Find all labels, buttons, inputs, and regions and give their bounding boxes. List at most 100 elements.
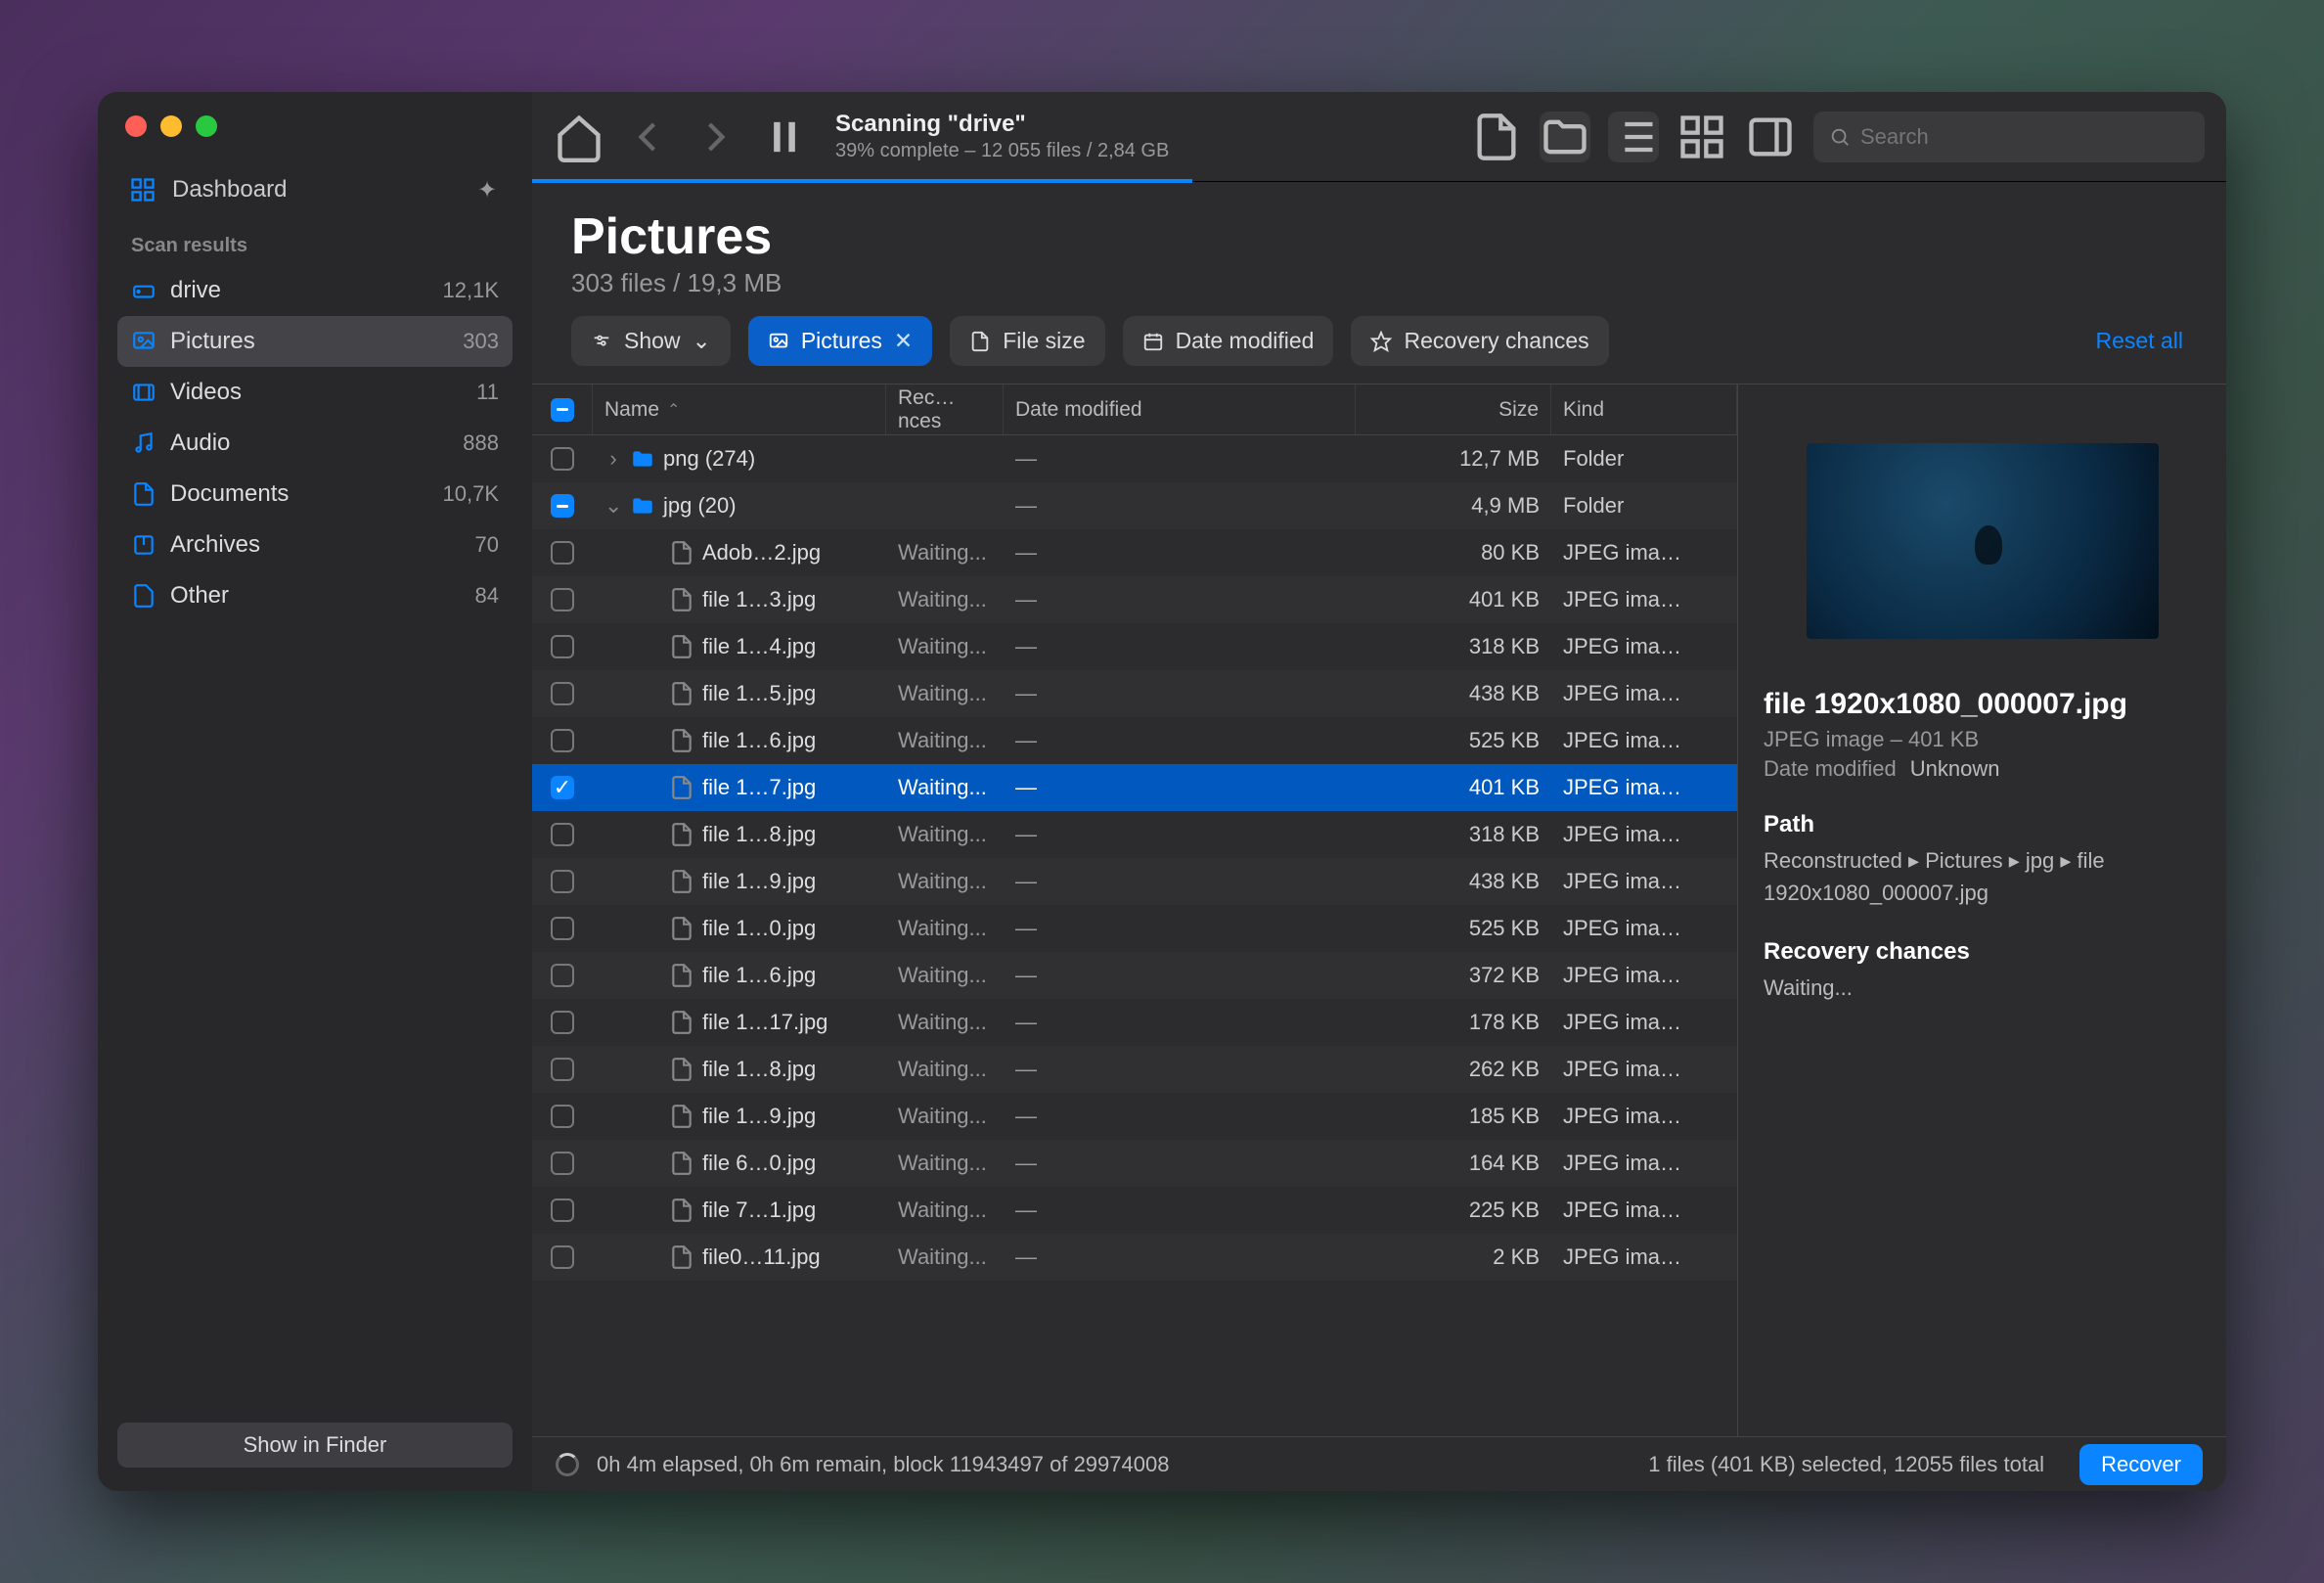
grid-view-button[interactable] bbox=[1676, 112, 1727, 162]
size-column-header[interactable]: Size bbox=[1356, 384, 1551, 434]
row-checkbox[interactable] bbox=[551, 1199, 574, 1222]
kind-column-header[interactable]: Kind bbox=[1551, 384, 1737, 434]
folder-view-button[interactable] bbox=[1540, 112, 1590, 162]
sidebar-item-documents[interactable]: Documents 10,7K bbox=[117, 469, 513, 520]
disclosure-right-icon[interactable]: › bbox=[604, 446, 622, 472]
remove-filter-icon[interactable]: ✕ bbox=[894, 328, 913, 354]
row-kind: JPEG ima… bbox=[1551, 1104, 1737, 1129]
row-checkbox[interactable] bbox=[551, 588, 574, 611]
file-size-filter-button[interactable]: File size bbox=[950, 316, 1104, 366]
name-column-header[interactable]: Name⌃ bbox=[593, 384, 886, 434]
minimize-window-button[interactable] bbox=[160, 115, 182, 137]
search-input[interactable] bbox=[1860, 124, 2189, 150]
row-checkbox[interactable] bbox=[551, 1011, 574, 1034]
dashboard-label: Dashboard bbox=[172, 176, 287, 204]
date-column-header[interactable]: Date modified bbox=[1004, 384, 1356, 434]
row-checkbox[interactable] bbox=[551, 1245, 574, 1269]
date-filter-label: Date modified bbox=[1176, 328, 1315, 354]
row-recovery: Waiting... bbox=[886, 822, 1004, 847]
sidebar-item-count: 12,1K bbox=[443, 278, 500, 303]
show-in-finder-button[interactable]: Show in Finder bbox=[117, 1423, 513, 1468]
table-row[interactable]: file 6…0.jpg Waiting... — 164 KB JPEG im… bbox=[532, 1140, 1737, 1187]
table-row[interactable]: file 1…17.jpg Waiting... — 178 KB JPEG i… bbox=[532, 999, 1737, 1046]
sidebar-item-videos[interactable]: Videos 11 bbox=[117, 367, 513, 418]
show-filter-button[interactable]: Show ⌄ bbox=[571, 316, 731, 366]
table-row[interactable]: file 1…9.jpg Waiting... — 438 KB JPEG im… bbox=[532, 858, 1737, 905]
table-row[interactable]: file 1…8.jpg Waiting... — 262 KB JPEG im… bbox=[532, 1046, 1737, 1093]
select-all-header[interactable] bbox=[532, 384, 593, 434]
row-recovery: Waiting... bbox=[886, 1057, 1004, 1082]
table-row[interactable]: ✓ file 1…7.jpg Waiting... — 401 KB JPEG … bbox=[532, 764, 1737, 811]
back-button[interactable] bbox=[622, 112, 673, 162]
row-checkbox[interactable] bbox=[551, 964, 574, 987]
row-checkbox[interactable] bbox=[551, 682, 574, 705]
fullscreen-window-button[interactable] bbox=[196, 115, 217, 137]
table-row[interactable]: file 1…6.jpg Waiting... — 525 KB JPEG im… bbox=[532, 717, 1737, 764]
search-box[interactable] bbox=[1813, 112, 2205, 162]
row-checkbox[interactable] bbox=[551, 447, 574, 471]
page-title: Pictures bbox=[571, 207, 2187, 266]
folder-icon bbox=[630, 493, 655, 519]
row-checkbox[interactable] bbox=[551, 1105, 574, 1128]
list-view-button[interactable] bbox=[1608, 112, 1659, 162]
sidebar-item-pictures[interactable]: Pictures 303 bbox=[117, 316, 513, 367]
forward-button[interactable] bbox=[691, 112, 741, 162]
table-row[interactable]: file 1…5.jpg Waiting... — 438 KB JPEG im… bbox=[532, 670, 1737, 717]
table-row[interactable]: file 7…1.jpg Waiting... — 225 KB JPEG im… bbox=[532, 1187, 1737, 1234]
date-filter-button[interactable]: Date modified bbox=[1123, 316, 1334, 366]
row-checkbox[interactable] bbox=[551, 729, 574, 752]
select-all-checkbox[interactable] bbox=[551, 398, 574, 422]
close-window-button[interactable] bbox=[125, 115, 147, 137]
file-icon bbox=[669, 775, 694, 800]
table-row[interactable]: file 1…4.jpg Waiting... — 318 KB JPEG im… bbox=[532, 623, 1737, 670]
row-name: file 1…6.jpg bbox=[702, 963, 816, 988]
toggle-sidebar-button[interactable] bbox=[1745, 112, 1796, 162]
row-kind: Folder bbox=[1551, 493, 1737, 519]
pause-scan-button[interactable] bbox=[759, 112, 810, 162]
home-button[interactable] bbox=[554, 112, 604, 162]
dashboard-nav[interactable]: Dashboard ✦ bbox=[117, 166, 513, 213]
table-row[interactable]: Adob…2.jpg Waiting... — 80 KB JPEG ima… bbox=[532, 529, 1737, 576]
row-checkbox[interactable] bbox=[551, 823, 574, 846]
row-checkbox[interactable] bbox=[551, 870, 574, 893]
sidebar-item-archives[interactable]: Archives 70 bbox=[117, 520, 513, 570]
recovery-filter-button[interactable]: Recovery chances bbox=[1351, 316, 1608, 366]
table-row[interactable]: file 1…0.jpg Waiting... — 525 KB JPEG im… bbox=[532, 905, 1737, 952]
pictures-filter-chip[interactable]: Pictures ✕ bbox=[748, 316, 932, 366]
table-row[interactable]: file 1…6.jpg Waiting... — 372 KB JPEG im… bbox=[532, 952, 1737, 999]
sidebar-item-drive[interactable]: drive 12,1K bbox=[117, 265, 513, 316]
table-row[interactable]: file 1…9.jpg Waiting... — 185 KB JPEG im… bbox=[532, 1093, 1737, 1140]
file-icon bbox=[669, 963, 694, 988]
table-row[interactable]: file 1…8.jpg Waiting... — 318 KB JPEG im… bbox=[532, 811, 1737, 858]
row-checkbox[interactable] bbox=[551, 1058, 574, 1081]
reset-all-button[interactable]: Reset all bbox=[2096, 328, 2187, 354]
row-checkbox[interactable] bbox=[551, 917, 574, 940]
row-checkbox[interactable] bbox=[551, 541, 574, 565]
new-file-button[interactable] bbox=[1471, 112, 1522, 162]
row-size: 401 KB bbox=[1356, 587, 1551, 612]
row-recovery: Waiting... bbox=[886, 540, 1004, 565]
row-checkbox[interactable]: ✓ bbox=[551, 776, 574, 799]
row-date: — bbox=[1004, 822, 1356, 847]
sparkle-icon: ✦ bbox=[473, 176, 501, 204]
recover-button[interactable]: Recover bbox=[2079, 1444, 2203, 1485]
row-recovery: Waiting... bbox=[886, 1104, 1004, 1129]
row-name: file 1…9.jpg bbox=[702, 1104, 816, 1129]
row-checkbox[interactable] bbox=[551, 1152, 574, 1175]
sidebar-item-audio[interactable]: Audio 888 bbox=[117, 418, 513, 469]
table-row[interactable]: file0…11.jpg Waiting... — 2 KB JPEG ima… bbox=[532, 1234, 1737, 1281]
row-checkbox[interactable] bbox=[551, 494, 574, 518]
table-row[interactable]: ⌄jpg (20) — 4,9 MB Folder bbox=[532, 482, 1737, 529]
disclosure-down-icon[interactable]: ⌄ bbox=[604, 493, 622, 519]
sidebar-item-other[interactable]: Other 84 bbox=[117, 570, 513, 621]
table-body[interactable]: ›png (274) — 12,7 MB Folder ⌄jpg (20) — … bbox=[532, 435, 1737, 1436]
recovery-column-header[interactable]: Rec…nces bbox=[886, 384, 1004, 434]
row-recovery: Waiting... bbox=[886, 1244, 1004, 1270]
row-kind: JPEG ima… bbox=[1551, 728, 1737, 753]
row-checkbox[interactable] bbox=[551, 635, 574, 658]
detail-date-label: Date modified bbox=[1764, 756, 1897, 782]
table-row[interactable]: ›png (274) — 12,7 MB Folder bbox=[532, 435, 1737, 482]
row-date: — bbox=[1004, 1198, 1356, 1223]
row-date: — bbox=[1004, 1244, 1356, 1270]
table-row[interactable]: file 1…3.jpg Waiting... — 401 KB JPEG im… bbox=[532, 576, 1737, 623]
